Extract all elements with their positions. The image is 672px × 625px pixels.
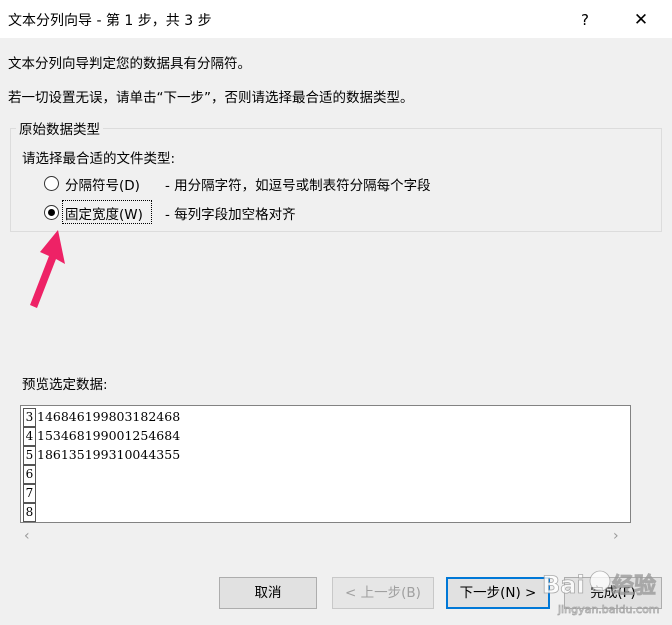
preview-row: 5 186135199310044355 (21, 446, 621, 465)
preview-row: 6 (21, 465, 621, 484)
delimited-description: - 用分隔字符，如逗号或制表符分隔每个字段 (165, 178, 431, 194)
intro-text-2: 若一切设置无误，请单击“下一步”，否则请选择最合适的数据类型。 (8, 90, 414, 106)
row-value: 153468199001254684 (37, 428, 181, 443)
back-button[interactable]: < 上一步(B) (332, 577, 434, 609)
fixed-width-radio[interactable] (44, 205, 59, 220)
file-type-prompt: 请选择最合适的文件类型: (22, 151, 176, 167)
close-button[interactable]: ✕ (624, 8, 658, 32)
preview-row: 7 (21, 484, 621, 503)
row-number: 7 (23, 484, 36, 503)
intro-text-1: 文本分列向导判定您的数据具有分隔符。 (8, 56, 251, 72)
cancel-button[interactable]: 取消 (219, 577, 317, 609)
help-button[interactable]: ? (570, 8, 600, 32)
row-value: 186135199310044355 (37, 447, 181, 462)
row-number: 5 (23, 446, 36, 465)
row-number: 3 (23, 408, 36, 427)
preview-label: 预览选定数据: (22, 377, 108, 393)
svg-text:经验: 经验 (612, 573, 656, 599)
row-number: 4 (23, 427, 36, 446)
fixed-width-description: - 每列字段加空格对齐 (165, 207, 296, 223)
title-bar: 文本分列向导 - 第 1 步，共 3 步 ? ✕ (0, 0, 672, 38)
annotation-arrow-icon (30, 230, 65, 308)
scroll-left-icon[interactable]: ‹ (24, 528, 30, 544)
preview-row: 8 (21, 503, 621, 522)
fixed-width-label[interactable]: 固定宽度(W) (65, 203, 143, 223)
groupbox-legend: 原始数据类型 (16, 118, 103, 138)
row-number: 8 (23, 503, 36, 522)
radio-selected-dot (48, 209, 55, 216)
horizontal-scrollbar[interactable]: ‹ › (20, 528, 631, 545)
preview-row: 3 146846199803182468 (21, 408, 621, 427)
svg-text:jingyan.baidu.com: jingyan.baidu.com (557, 603, 660, 616)
next-button[interactable]: 下一步(N) > (446, 577, 550, 609)
row-value: 146846199803182468 (37, 409, 181, 424)
preview-row: 4 153468199001254684 (21, 427, 621, 446)
delimited-radio[interactable] (44, 176, 59, 191)
window-title: 文本分列向导 - 第 1 步，共 3 步 (8, 13, 212, 29)
scroll-right-icon[interactable]: › (613, 528, 619, 544)
row-number: 6 (23, 465, 36, 484)
svg-text:Bai: Bai (542, 571, 585, 599)
preview-pane[interactable]: 3 146846199803182468 4 15346819900125468… (20, 405, 631, 523)
baidu-watermark-logo: Bai 经验 jingyan.baidu.com (540, 563, 670, 621)
delimited-label[interactable]: 分隔符号(D) (65, 174, 140, 194)
